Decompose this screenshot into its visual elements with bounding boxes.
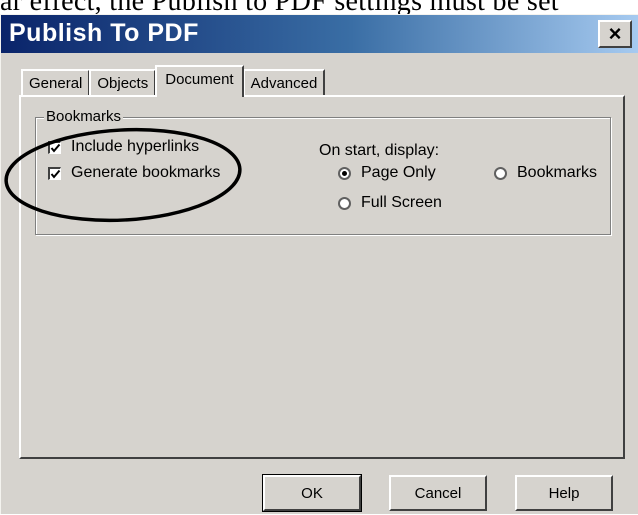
full-screen-radio[interactable]	[338, 196, 351, 210]
radio-page-only[interactable]: Page Only	[338, 164, 436, 182]
include-hyperlinks-label: Include hyperlinks	[71, 138, 200, 155]
document-tab-panel: Bookmarks Include hyperlinks Generate bo…	[19, 95, 625, 459]
close-icon: ×	[608, 21, 622, 46]
bookmarks-group-label: Bookmarks	[44, 108, 124, 125]
bookmarks-radio-label: Bookmarks	[517, 164, 598, 181]
cancel-button[interactable]: Cancel	[389, 475, 487, 511]
dialog-title: Publish To PDF	[9, 19, 199, 47]
publish-to-pdf-dialog: Publish To PDF × General Objects Documen…	[0, 14, 638, 514]
radio-bookmarks[interactable]: Bookmarks	[494, 164, 597, 182]
tab-objects[interactable]: Objects	[89, 69, 157, 95]
checkmark-icon	[50, 169, 61, 179]
on-start-display-label: On start, display:	[319, 142, 440, 159]
radio-full-screen[interactable]: Full Screen	[338, 194, 442, 212]
full-screen-label: Full Screen	[361, 194, 442, 211]
tab-strip: General Objects Document Advanced	[21, 63, 326, 97]
page-only-radio[interactable]	[338, 166, 351, 180]
dialog-titlebar[interactable]: Publish To PDF ×	[1, 15, 638, 53]
tab-document[interactable]: Document	[155, 65, 244, 97]
generate-bookmarks-checkbox[interactable]	[48, 166, 61, 180]
include-hyperlinks-row[interactable]: Include hyperlinks	[48, 138, 199, 156]
include-hyperlinks-checkbox[interactable]	[48, 140, 61, 154]
close-button[interactable]: ×	[598, 20, 632, 48]
tab-advanced[interactable]: Advanced	[242, 69, 326, 95]
generate-bookmarks-row[interactable]: Generate bookmarks	[48, 164, 220, 182]
bookmarks-radio[interactable]	[494, 166, 507, 180]
generate-bookmarks-label: Generate bookmarks	[71, 164, 221, 181]
page-only-label: Page Only	[361, 164, 436, 181]
tab-general[interactable]: General	[21, 69, 91, 95]
ok-button[interactable]: OK	[262, 474, 362, 512]
help-button[interactable]: Help	[515, 475, 613, 511]
bookmarks-groupbox: Bookmarks Include hyperlinks Generate bo…	[35, 108, 611, 235]
checkmark-icon	[50, 143, 61, 153]
radio-selected-dot	[342, 170, 347, 176]
